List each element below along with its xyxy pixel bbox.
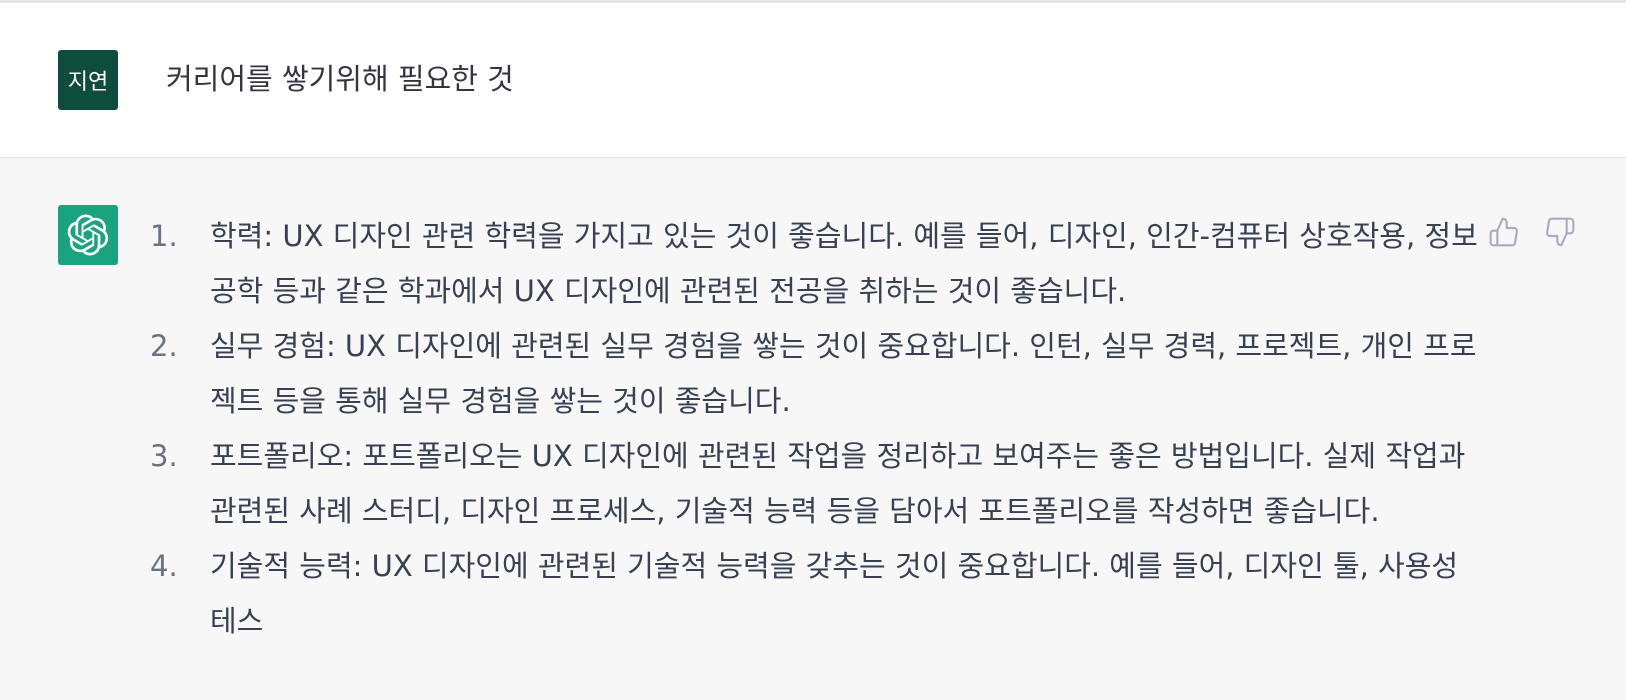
user-message-row: 지연 커리어를 쌓기위해 필요한 것 (0, 3, 1626, 158)
list-item: 3. 포트폴리오: 포트폴리오는 UX 디자인에 관련된 작업을 정리하고 보여… (150, 429, 1480, 539)
list-item: 2. 실무 경험: UX 디자인에 관련된 실무 경험을 쌓는 것이 중요합니다… (150, 319, 1480, 429)
feedback-buttons (1482, 212, 1582, 252)
user-message-text: 커리어를 쌓기위해 필요한 것 (166, 62, 514, 96)
list-item: 4. 기술적 능력: UX 디자인에 관련된 기술적 능력을 갖추는 것이 중요… (150, 539, 1480, 649)
assistant-avatar (58, 205, 118, 265)
list-item-text: 기술적 능력: UX 디자인에 관련된 기술적 능력을 갖추는 것이 중요합니다… (210, 549, 1459, 638)
list-item-number: 3. (150, 439, 178, 473)
thumbs-down-icon (1546, 217, 1575, 247)
thumbs-up-button[interactable] (1482, 212, 1526, 252)
list-item-number: 1. (150, 219, 178, 253)
list-item-text: 실무 경험: UX 디자인에 관련된 실무 경험을 쌓는 것이 중요합니다. 인… (210, 329, 1477, 418)
list-item: 1. 학력: UX 디자인 관련 학력을 가지고 있는 것이 좋습니다. 예를 … (150, 209, 1480, 319)
thumbs-up-icon (1489, 217, 1518, 247)
assistant-answer: 1. 학력: UX 디자인 관련 학력을 가지고 있는 것이 좋습니다. 예를 … (150, 209, 1480, 649)
list-item-number: 2. (150, 329, 178, 363)
answer-list: 1. 학력: UX 디자인 관련 학력을 가지고 있는 것이 좋습니다. 예를 … (150, 209, 1480, 649)
list-item-text: 포트폴리오: 포트폴리오는 UX 디자인에 관련된 작업을 정리하고 보여주는 … (210, 439, 1466, 528)
user-avatar-text: 지연 (67, 70, 109, 95)
list-item-text: 학력: UX 디자인 관련 학력을 가지고 있는 것이 좋습니다. 예를 들어,… (210, 219, 1478, 308)
list-item-number: 4. (150, 549, 178, 583)
assistant-message-row: 1. 학력: UX 디자인 관련 학력을 가지고 있는 것이 좋습니다. 예를 … (0, 158, 1626, 700)
openai-logo-icon (67, 214, 109, 256)
thumbs-down-button[interactable] (1538, 212, 1582, 252)
user-avatar: 지연 (58, 50, 118, 110)
